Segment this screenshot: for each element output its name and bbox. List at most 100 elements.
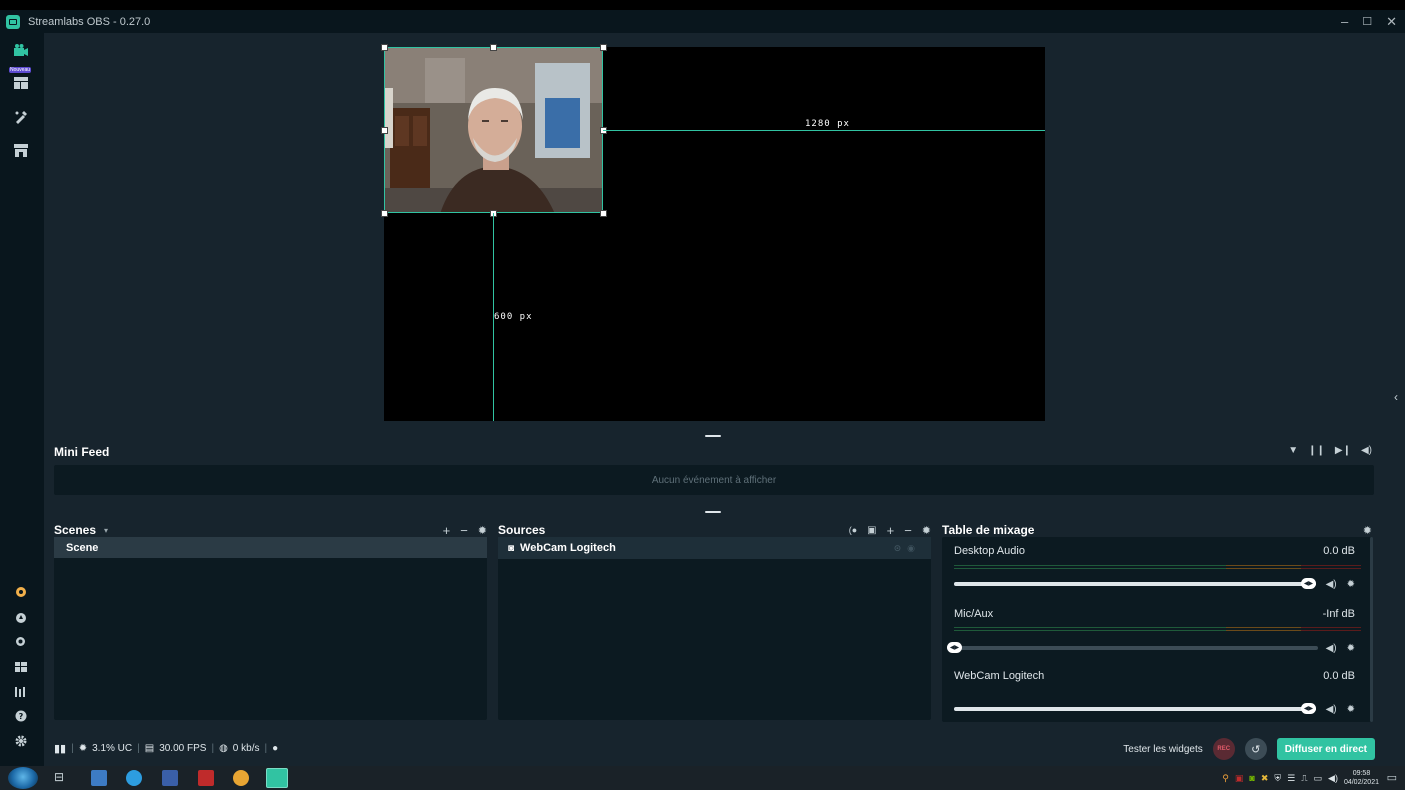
resize-handle-ml[interactable] [381,127,388,134]
add-folder-icon[interactable]: ▣ [867,525,876,536]
mute-icon[interactable]: ◀) [1326,643,1337,654]
filter-icon[interactable]: ▼ [1288,445,1298,456]
top-strip [0,0,1405,10]
mixer-settings-icon[interactable]: ✹ [1363,524,1372,537]
scene-item-label: Scene [66,541,99,554]
svg-text:?: ? [19,712,24,721]
resize-handle-br[interactable] [600,210,607,217]
add-source-icon[interactable]: + [887,523,895,538]
scene-item[interactable]: Scene [54,537,487,558]
streamlabs-taskbar-icon[interactable] [266,768,288,788]
clock-date: 04/02/2021 [1343,779,1379,786]
file-explorer-icon[interactable] [91,770,107,786]
performance-stats: ▮▮ | ✹ 3.1% UC | ▤ 30.00 FPS | ◍ 0 kb/s … [54,742,279,755]
channel-volume-slider[interactable]: ◀▶ [954,703,1316,714]
volume-knob[interactable]: ◀▶ [1301,578,1316,589]
browser-icon[interactable] [126,770,142,786]
highlight-icon[interactable] [12,584,30,600]
skip-icon[interactable]: ▶❙ [1335,445,1351,456]
resize-handle-bl[interactable] [381,210,388,217]
mixer-channel: WebCam Logitech 0.0 dB ◀▶ ◀) ✹ [942,662,1367,722]
info-icon[interactable]: ● [272,743,278,754]
sources-list: ◙ WebCam Logitech ⊙◉ [498,537,931,720]
record-label: REC [1217,746,1231,752]
resize-handle-tl[interactable] [381,44,388,51]
clock-time: 09:58 [1352,770,1371,777]
source-settings-icon[interactable]: ✹ [922,524,931,537]
windows-taskbar: ⊟ ⚲ ▣ ◙ ✖ ⛨ ☰ ⎍ ▭ ◀) 09:58 04/02/2021 ▭ [0,766,1405,790]
usb-tray-icon[interactable]: ⎍ [1301,773,1307,784]
search-icon[interactable] [12,634,30,650]
scenes-list: Scene [54,537,487,720]
close-button[interactable]: ✕ [1386,14,1397,30]
add-scene-icon[interactable]: + [443,523,451,538]
filezilla-icon[interactable] [198,770,214,786]
search-tray-icon[interactable]: ⚲ [1222,773,1229,784]
panels-drag-handle[interactable] [705,511,721,513]
pause-icon[interactable]: ❙❙ [1308,445,1325,456]
replay-buffer-icon[interactable]: ↺ [1244,738,1267,760]
channel-settings-icon[interactable]: ✹ [1347,643,1355,654]
resize-handle-tr[interactable] [600,44,607,51]
scenes-title: Scenes [54,523,97,537]
channel-meter [954,565,1361,570]
mini-feed-panel: Mini Feed ▼ ❙❙ ▶❙ ◀) Aucun événement à a… [48,435,1380,507]
speaker-tray-icon[interactable]: ◀) [1328,773,1338,784]
resize-handle-tm[interactable] [490,44,497,51]
source-selective-recording-icon[interactable]: (● [849,525,857,535]
performance-chart-icon[interactable]: ▮▮ [54,742,66,755]
themes-icon[interactable] [12,109,30,125]
apps-icon[interactable] [12,659,30,675]
display-tray-icon[interactable]: ▭ [1314,773,1323,784]
stats-icon[interactable] [12,684,30,700]
channel-settings-icon[interactable]: ✹ [1347,579,1355,590]
nvidia-tray-icon[interactable]: ◙ [1249,773,1254,783]
system-clock[interactable]: 09:58 04/02/2021 [1344,769,1379,787]
source-item[interactable]: ◙ WebCam Logitech ⊙◉ [498,537,931,559]
app-store-icon[interactable] [12,142,30,158]
studio-mode-icon[interactable] [12,42,30,58]
mute-icon[interactable]: ◀) [1326,579,1337,590]
notifications-icon[interactable]: ▭ [1387,771,1397,784]
remove-scene-icon[interactable]: − [460,523,468,538]
bitrate-icon: ◍ [219,743,228,754]
minimize-button[interactable]: – [1341,14,1348,29]
mixer-scrollbar[interactable] [1370,537,1373,722]
test-widgets-button[interactable]: Tester les widgets [1123,744,1202,755]
remove-source-icon[interactable]: − [904,523,912,538]
layout-editor-icon[interactable] [12,75,30,91]
height-guide-label: 600 px [494,312,533,322]
mute-icon[interactable]: ◀) [1326,704,1337,715]
filezilla-tray-icon[interactable]: ▣ [1235,773,1244,784]
volume-icon[interactable]: ◀) [1361,445,1372,456]
stream-canvas[interactable]: 1280 px 600 px [381,44,1045,421]
tool-tray-icon[interactable]: ✖ [1261,773,1269,784]
security-tray-icon[interactable]: ⛨ [1274,773,1281,784]
channel-volume-slider[interactable]: ◀▶ [947,642,1318,653]
mini-feed-title: Mini Feed [54,445,110,459]
channel-meter [954,627,1361,632]
source-lock-visibility-icons[interactable]: ⊙◉ [894,543,921,554]
network-tray-icon[interactable]: ☰ [1287,773,1295,784]
cpu-usage: 3.1% UC [92,743,133,754]
start-button[interactable] [8,767,38,789]
scene-settings-icon[interactable]: ✹ [478,524,487,537]
dashboard-icon[interactable] [12,610,30,626]
app-icon[interactable] [162,770,178,786]
help-icon[interactable]: ? [12,708,30,724]
settings-icon[interactable] [12,733,30,749]
scene-collection-dropdown-icon[interactable]: ▾ [104,526,108,535]
channel-settings-icon[interactable]: ✹ [1347,704,1355,715]
fps-value: 30.00 FPS [159,743,207,754]
webcam-source-preview[interactable] [384,47,603,213]
chrome-icon[interactable] [233,770,249,786]
collapse-panel-chevron-icon[interactable]: ‹ [1394,390,1398,404]
record-button[interactable]: REC [1212,738,1235,760]
maximize-button[interactable]: ☐ [1362,15,1372,28]
task-view-icon[interactable]: ⊟ [54,770,70,786]
volume-knob[interactable]: ◀▶ [947,642,962,653]
go-live-button[interactable]: Diffuser en direct [1276,738,1375,760]
volume-knob[interactable]: ◀▶ [1301,703,1316,714]
mini-feed-drag-handle[interactable] [705,435,721,437]
channel-volume-slider[interactable]: ◀▶ [954,578,1316,589]
